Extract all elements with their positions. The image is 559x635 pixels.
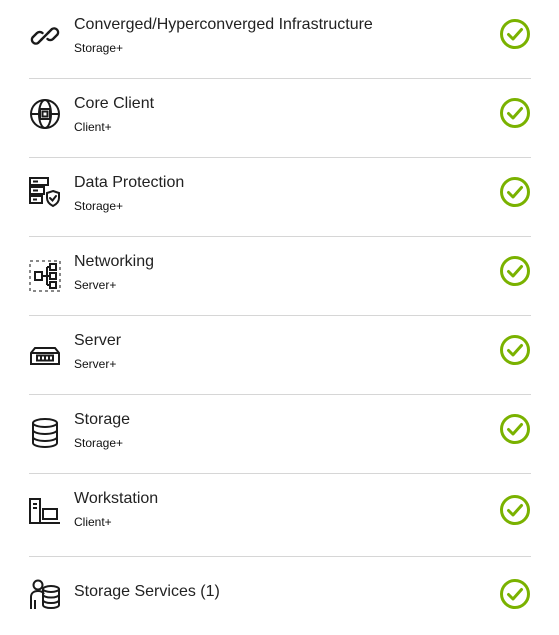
workstation-icon <box>29 496 61 528</box>
item-title: Networking <box>74 253 155 270</box>
item-title: Storage <box>74 411 131 428</box>
link-chain-icon <box>29 20 61 52</box>
check-circle-icon <box>499 494 531 526</box>
server-box-icon <box>29 340 61 372</box>
item-title: Server <box>74 332 122 349</box>
list-item[interactable]: Data Protection Storage+ <box>29 158 531 237</box>
check-circle-icon <box>499 97 531 129</box>
item-title: Core Client <box>74 95 155 112</box>
globe-chip-icon <box>29 98 61 130</box>
item-title: Storage Services (1) <box>74 583 220 600</box>
item-subtitle: Server+ <box>74 357 117 371</box>
check-circle-icon <box>499 176 531 208</box>
database-icon <box>29 417 61 449</box>
list-item[interactable]: Converged/Hyperconverged Infrastructure … <box>29 0 531 79</box>
item-subtitle: Storage+ <box>74 436 124 450</box>
certification-list: Converged/Hyperconverged Infrastructure … <box>29 0 531 633</box>
item-subtitle: Client+ <box>74 120 112 134</box>
list-item[interactable]: Core Client Client+ <box>29 79 531 158</box>
user-database-icon <box>29 578 61 610</box>
list-item[interactable]: Server Server+ <box>29 316 531 395</box>
item-subtitle: Storage+ <box>74 41 124 55</box>
item-subtitle: Storage+ <box>74 199 124 213</box>
item-title: Converged/Hyperconverged Infrastructure <box>74 16 373 33</box>
check-circle-icon <box>499 255 531 287</box>
item-subtitle: Client+ <box>74 515 112 529</box>
network-tree-icon <box>29 260 61 292</box>
list-item[interactable]: Workstation Client+ <box>29 474 531 557</box>
check-circle-icon <box>499 18 531 50</box>
check-circle-icon <box>499 413 531 445</box>
item-title: Workstation <box>74 490 159 507</box>
list-item[interactable]: Storage Services (1) <box>29 557 531 633</box>
check-circle-icon <box>499 578 531 610</box>
list-item[interactable]: Storage Storage+ <box>29 395 531 474</box>
item-title: Data Protection <box>74 174 185 191</box>
check-circle-icon <box>499 334 531 366</box>
list-item[interactable]: Networking Server+ <box>29 237 531 316</box>
item-subtitle: Server+ <box>74 278 117 292</box>
server-shield-icon <box>29 176 61 208</box>
